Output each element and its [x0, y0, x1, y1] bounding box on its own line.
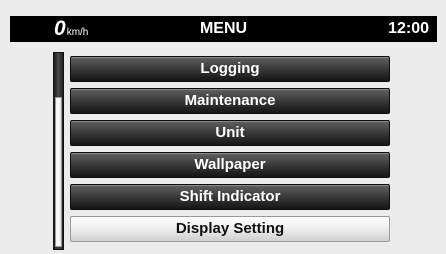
menu-item-shift-indicator[interactable]: Shift Indicator: [70, 184, 390, 210]
menu-list: Logging Maintenance Unit Wallpaper Shift…: [70, 56, 390, 248]
menu-item-logging[interactable]: Logging: [70, 56, 390, 82]
menu-item-maintenance[interactable]: Maintenance: [70, 88, 390, 114]
clock: 12:00: [388, 20, 429, 37]
menu-item-wallpaper[interactable]: Wallpaper: [70, 152, 390, 178]
status-bar: 0 km/h MENU 12:00: [10, 16, 437, 42]
menu-item-unit[interactable]: Unit: [70, 120, 390, 146]
display-screen: 0 km/h MENU 12:00 Logging Maintenance Un…: [0, 0, 446, 254]
menu-item-display-setting[interactable]: Display Setting: [70, 216, 390, 242]
scrollbar[interactable]: [53, 52, 64, 250]
scrollbar-thumb[interactable]: [55, 97, 62, 247]
page-title: MENU: [199, 20, 248, 37]
